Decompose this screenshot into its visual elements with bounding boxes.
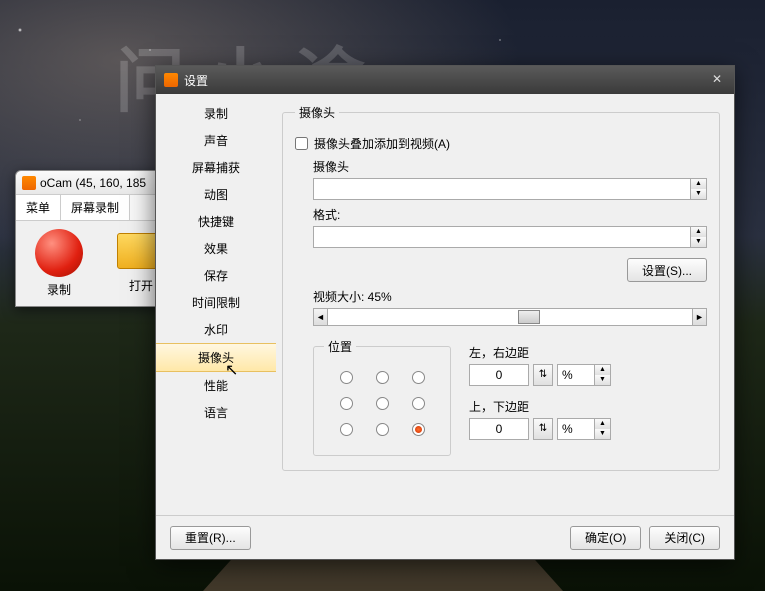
spin-up-icon[interactable]: ▲ xyxy=(691,227,706,237)
slider-thumb[interactable] xyxy=(518,310,540,324)
settings-sidebar: 录制声音屏幕捕获动图快捷键效果保存时间限制水印摄像头性能语言 xyxy=(156,94,276,514)
position-radio-1[interactable] xyxy=(376,371,389,384)
ocam-record-button[interactable]: 录制 xyxy=(22,229,96,298)
margin-tb-stepper[interactable]: ⇅ xyxy=(533,418,553,440)
margin-lr-label: 左，右边距 xyxy=(469,344,611,361)
sidebar-item-9[interactable]: 摄像头 xyxy=(156,343,276,372)
position-radio-4[interactable] xyxy=(376,397,389,410)
camera-settings-button[interactable]: 设置(S)... xyxy=(627,258,707,282)
format-select[interactable]: ▲▼ xyxy=(313,226,707,248)
ocam-tab-menu[interactable]: 菜单 xyxy=(16,195,61,220)
sidebar-item-3[interactable]: 动图 xyxy=(156,181,276,208)
camera-group: 摄像头 摄像头叠加添加到视频(A) 摄像头 ▲▼ 格式: ▲▼ xyxy=(282,104,720,471)
position-radio-7[interactable] xyxy=(376,423,389,436)
spin-down-icon[interactable]: ▼ xyxy=(691,189,706,199)
close-button[interactable]: 关闭(C) xyxy=(649,526,720,550)
sidebar-item-10[interactable]: 性能 xyxy=(156,372,276,399)
dialog-title-text: 设置 xyxy=(184,72,208,89)
camera-select[interactable]: ▲▼ xyxy=(313,178,707,200)
position-grid xyxy=(324,361,440,445)
sidebar-item-5[interactable]: 效果 xyxy=(156,235,276,262)
dialog-footer: 重置(R)... 确定(O) 关闭(C) xyxy=(156,515,734,559)
reset-button[interactable]: 重置(R)... xyxy=(170,526,251,550)
format-label: 格式: xyxy=(313,206,707,223)
sidebar-item-0[interactable]: 录制 xyxy=(156,100,276,127)
position-radio-8[interactable] xyxy=(412,423,425,436)
margin-lr-unit[interactable]: % ▲▼ xyxy=(557,364,611,386)
video-size-slider[interactable]: ◄ ► xyxy=(313,308,707,326)
sidebar-item-11[interactable]: 语言 xyxy=(156,399,276,426)
record-label: 录制 xyxy=(22,281,96,298)
camera-label: 摄像头 xyxy=(313,158,707,175)
overlay-checkbox[interactable] xyxy=(295,137,308,150)
position-radio-6[interactable] xyxy=(340,423,353,436)
margin-tb-unit[interactable]: % ▲▼ xyxy=(557,418,611,440)
camera-group-title: 摄像头 xyxy=(295,104,339,121)
dialog-titlebar[interactable]: 设置 ✕ xyxy=(156,66,734,94)
position-radio-3[interactable] xyxy=(340,397,353,410)
dialog-app-icon xyxy=(164,73,178,87)
margin-tb-input[interactable]: 0 xyxy=(469,418,529,440)
spin-up-icon[interactable]: ▲ xyxy=(691,179,706,189)
sidebar-item-6[interactable]: 保存 xyxy=(156,262,276,289)
ocam-title-text: oCam (45, 160, 185 xyxy=(40,176,146,190)
position-label: 位置 xyxy=(324,338,356,355)
ocam-app-icon xyxy=(22,176,36,190)
position-group: 位置 xyxy=(313,338,451,456)
settings-dialog: 设置 ✕ 录制声音屏幕捕获动图快捷键效果保存时间限制水印摄像头性能语言 摄像头 … xyxy=(155,65,735,560)
record-icon xyxy=(35,229,83,277)
video-size-label: 视频大小: 45% xyxy=(313,288,707,305)
ok-button[interactable]: 确定(O) xyxy=(570,526,641,550)
margin-tb-label: 上，下边距 xyxy=(469,398,611,415)
spin-down-icon[interactable]: ▼ xyxy=(691,237,706,247)
overlay-checkbox-label: 摄像头叠加添加到视频(A) xyxy=(314,135,450,152)
ocam-tab-screenrec[interactable]: 屏幕录制 xyxy=(61,195,130,220)
settings-content: 摄像头 摄像头叠加添加到视频(A) 摄像头 ▲▼ 格式: ▲▼ xyxy=(276,94,734,514)
position-radio-2[interactable] xyxy=(412,371,425,384)
sidebar-item-4[interactable]: 快捷键 xyxy=(156,208,276,235)
sidebar-item-7[interactable]: 时间限制 xyxy=(156,289,276,316)
margin-lr-input[interactable]: 0 xyxy=(469,364,529,386)
margin-lr-stepper[interactable]: ⇅ xyxy=(533,364,553,386)
position-radio-0[interactable] xyxy=(340,371,353,384)
close-icon[interactable]: ✕ xyxy=(708,71,726,89)
position-radio-5[interactable] xyxy=(412,397,425,410)
sidebar-item-2[interactable]: 屏幕捕获 xyxy=(156,154,276,181)
slider-right-icon[interactable]: ► xyxy=(692,309,706,325)
slider-left-icon[interactable]: ◄ xyxy=(314,309,328,325)
sidebar-item-1[interactable]: 声音 xyxy=(156,127,276,154)
sidebar-item-8[interactable]: 水印 xyxy=(156,316,276,343)
